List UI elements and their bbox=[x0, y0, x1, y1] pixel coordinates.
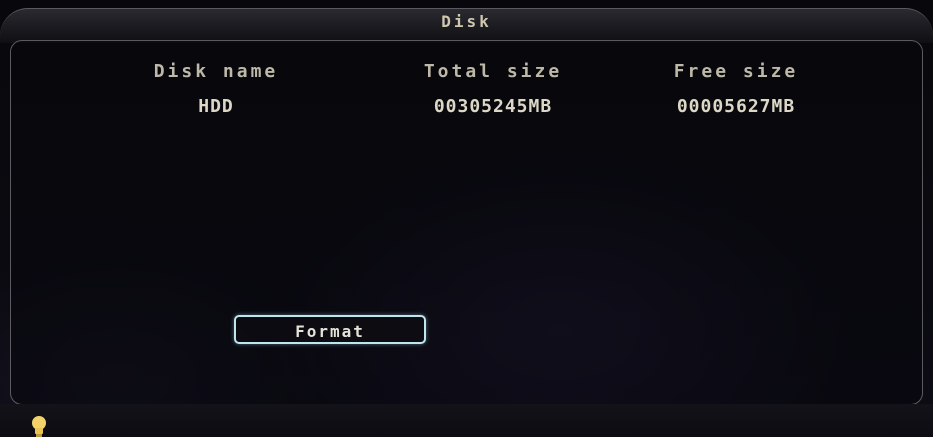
dvr-osd-screen: Disk Disk name Total size Free size HDD … bbox=[0, 0, 933, 437]
column-header-free-size: Free size bbox=[673, 61, 799, 82]
column-header-disk-name: Disk name bbox=[153, 61, 279, 82]
format-button[interactable]: Format bbox=[234, 315, 426, 344]
total-size-cell: 00305245MB bbox=[433, 96, 553, 117]
window-title: Disk bbox=[441, 12, 492, 31]
lightbulb-icon bbox=[28, 414, 50, 437]
disk-panel bbox=[10, 40, 923, 405]
status-bar bbox=[0, 404, 933, 437]
disk-name-cell: HDD bbox=[198, 96, 234, 117]
free-size-cell: 00005627MB bbox=[676, 96, 796, 117]
column-header-total-size: Total size bbox=[423, 61, 563, 82]
